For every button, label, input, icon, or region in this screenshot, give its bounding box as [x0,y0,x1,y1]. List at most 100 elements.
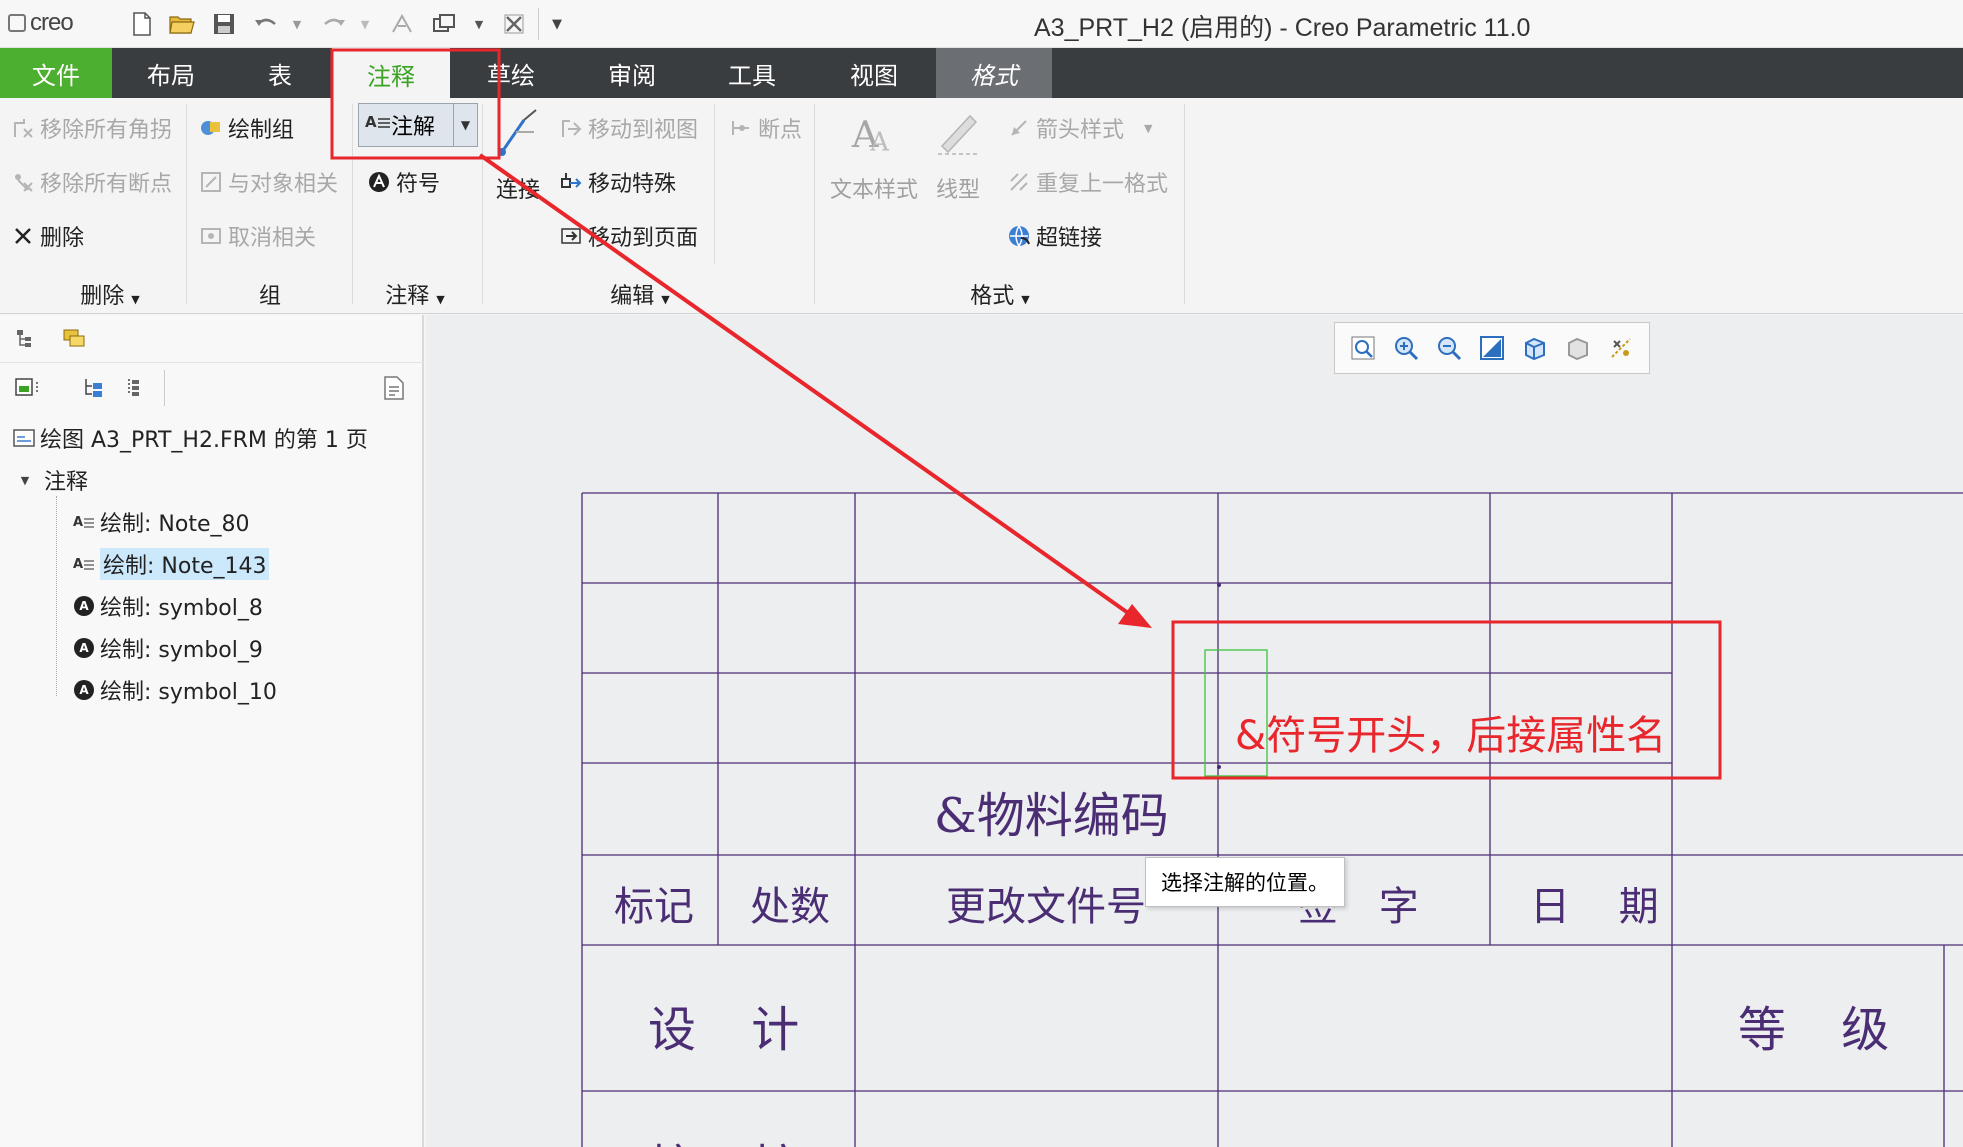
ribbon-tab-bar: 文件 布局 表 注释 草绘 审阅 工具 视图 格式 [0,48,1963,100]
tree-filter-icon[interactable] [122,373,146,401]
move-to-view-icon [558,115,584,141]
edit-group-label[interactable]: 编辑 ▼ [590,278,690,310]
arrow-style-dropdown-icon[interactable]: ▼ [1144,122,1152,135]
panel-tool-separator [164,370,165,406]
note-split-button[interactable]: A 注解 ▼ [358,103,478,147]
ribbon-separator [1184,104,1185,304]
connect-icon [494,106,542,158]
tab-file[interactable]: 文件 [0,48,112,98]
draw-group-button[interactable]: 绘制组 [198,112,294,144]
drawing-sheet-icon [12,426,36,450]
tab-table[interactable]: 表 [230,48,330,98]
windows-dropdown-icon[interactable]: ▼ [472,10,486,38]
remove-breaks-icon [10,169,36,195]
model-tree-tab-icon[interactable] [12,325,40,353]
new-file-icon[interactable] [128,10,156,38]
ribbon-separator [482,104,483,304]
unrelate-button[interactable]: 取消相关 [198,220,316,252]
text-style-button[interactable]: AA 文本样式 [824,106,924,204]
move-to-view-button[interactable]: 移动到视图 [558,112,698,144]
undo-icon[interactable] [252,10,280,38]
svg-text:A: A [365,113,377,131]
window-title: A3_PRT_H2 (启用的) - Creo Parametric 11.0 [1034,14,1531,42]
customize-icon[interactable]: ▼ [546,10,568,38]
delete-x-icon [10,223,36,249]
tree-root-item[interactable]: 绘图 A3_PRT_H2.FRM 的第 1 页 [12,422,368,454]
label-design: 设 计 [648,1002,800,1058]
symbol-button[interactable]: 符号 [366,166,440,198]
callout-text: &符号开头，后接属性名 [1235,713,1667,759]
note-icon: A [365,111,391,139]
tree-display-icon[interactable] [12,373,46,401]
hyperlink-button[interactable]: 超链接 [1006,220,1102,252]
format-group-label[interactable]: 格式 ▼ [940,278,1060,310]
move-special-button[interactable]: 移动特殊 [558,166,676,198]
collapse-chevron-icon[interactable]: ▼ [18,468,32,492]
label-grade: 等 级 [1738,1002,1890,1058]
ribbon-separator [814,104,815,304]
tab-sketch[interactable]: 草绘 [450,48,572,98]
tree-connector [56,496,57,696]
tab-review[interactable]: 审阅 [572,48,692,98]
open-folder-icon[interactable] [167,10,197,38]
close-window-icon[interactable] [500,10,528,38]
repeat-last-format-button[interactable]: 重复上一格式 [1006,166,1168,198]
tab-view[interactable]: 视图 [812,48,936,98]
layers-tab-icon[interactable] [60,325,90,353]
delete-group-label[interactable]: 删除 ▼ [40,278,180,310]
tree-settings-icon[interactable] [80,373,108,401]
tab-format[interactable]: 格式 [936,48,1052,98]
symbol-icon: A [72,636,96,660]
ribbon-separator [714,104,715,264]
move-to-sheet-button[interactable]: 移动到页面 [558,220,698,252]
tab-tools[interactable]: 工具 [692,48,812,98]
note-icon: A [72,552,96,576]
header-date: 日 期 [1530,884,1659,930]
line-style-icon [934,106,982,158]
svg-text:A: A [73,515,83,530]
symbol-icon: A [72,594,96,618]
breakpoint-button[interactable]: 断点 [728,112,802,144]
redo-icon[interactable] [320,10,348,38]
remove-all-breaks-button[interactable]: 移除所有断点 [10,166,172,198]
delete-button[interactable]: 删除 [10,220,84,252]
symbol-icon [366,169,392,195]
svg-text:A: A [869,127,889,157]
material-code-note[interactable]: &物料编码 [934,776,1169,846]
arrow-style-button[interactable]: 箭头样式 ▼ [1006,112,1152,144]
tree-item-note-80[interactable]: A 绘制: Note_80 [72,506,249,538]
note-dropdown-icon[interactable]: ▼ [453,104,477,146]
header-mark: 标记 [614,884,694,930]
relate-to-object-button[interactable]: 与对象相关 [198,166,338,198]
regenerate-icon[interactable] [388,10,416,38]
tab-annotate[interactable]: 注释 [332,48,450,100]
move-special-icon [558,169,584,195]
symbol-icon: A [72,678,96,702]
tab-layout[interactable]: 布局 [112,48,230,98]
creo-logo: creo [8,9,74,37]
tree-item-symbol-9[interactable]: A 绘制: symbol_9 [72,632,263,664]
windows-icon[interactable] [430,10,458,38]
unrelate-icon [198,223,224,249]
undo-dropdown-icon[interactable]: ▼ [290,10,304,38]
text-style-icon: AA [850,106,898,158]
group-group-label: 组 [258,284,281,309]
redo-dropdown-icon[interactable]: ▼ [358,10,372,38]
save-icon[interactable] [210,10,238,38]
label-check: 校 核 [648,1128,799,1147]
remove-all-jogs-button[interactable]: 移除所有角拐 [10,112,172,144]
show-details-icon[interactable] [380,373,408,403]
tree-annotations-node[interactable]: ▼ 注释 [18,464,88,496]
remove-jogs-icon [10,115,36,141]
tree-item-symbol-8[interactable]: A 绘制: symbol_8 [72,590,263,622]
tree-item-note-143[interactable]: A 绘制: Note_143 [72,548,270,580]
repeat-format-icon [1006,169,1032,195]
connect-button[interactable]: 连接 [490,106,546,204]
ribbon-separator [352,104,353,304]
hyperlink-globe-icon [1006,223,1032,249]
line-style-button[interactable]: 线型 [930,106,986,204]
toolbar-separator [538,8,539,40]
tree-item-symbol-10[interactable]: A 绘制: symbol_10 [72,674,277,706]
breakpoint-icon [728,115,754,141]
annotation-group-label[interactable]: 注释 ▼ [360,278,470,310]
